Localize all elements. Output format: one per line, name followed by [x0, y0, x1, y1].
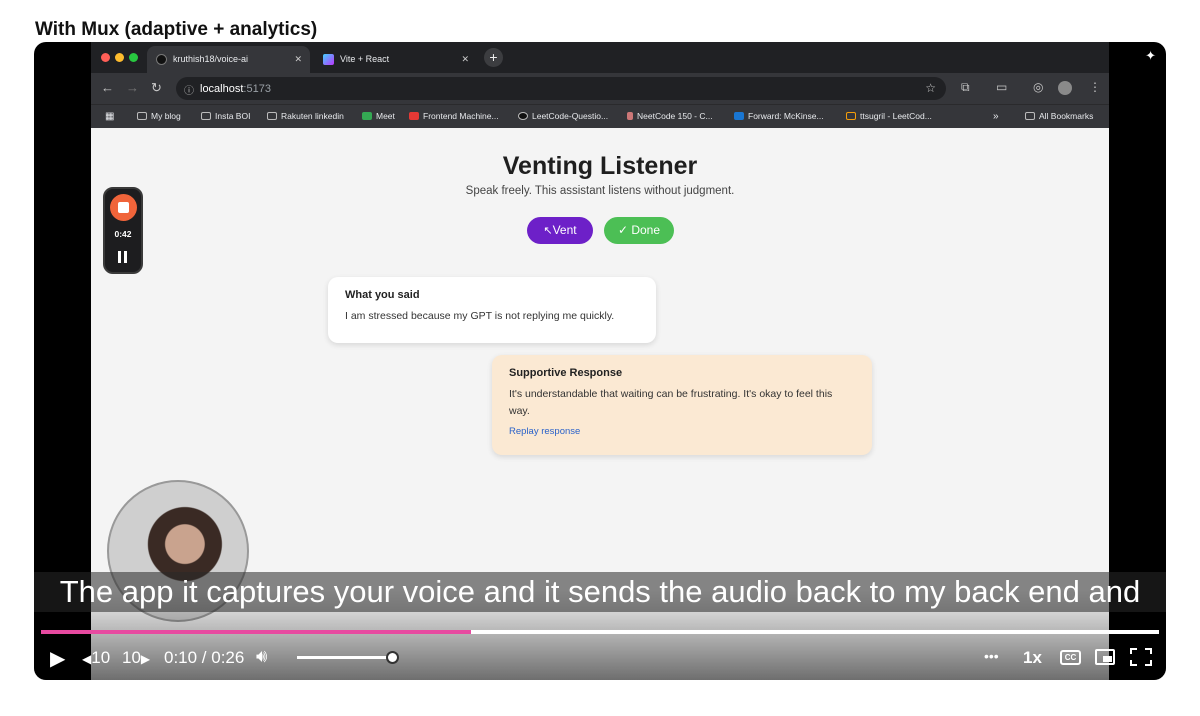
tab-label: kruthish18/voice-ai	[173, 54, 249, 64]
bookmark-item[interactable]: Meet	[362, 111, 395, 121]
meet-icon	[362, 112, 372, 120]
bookmark-item[interactable]: NeetCode 150 - C...	[627, 111, 713, 121]
folder-icon	[201, 112, 211, 120]
url-port: :5173	[243, 83, 271, 95]
play-icon[interactable]: ▶	[50, 646, 65, 671]
folder-icon	[1025, 112, 1035, 120]
recording-time: 0:42	[114, 229, 132, 239]
bookmark-item[interactable]: ttsugril - LeetCod...	[846, 111, 932, 121]
supportive-response-card: Supportive Response It's understandable …	[492, 355, 872, 455]
forward-icon: ▶	[140, 652, 151, 666]
back-icon[interactable]: ←	[101, 80, 114, 95]
browser-tab-bar: kruthish18/voice-ai ✕ Vite + React ✕ +	[91, 42, 1109, 73]
stop-icon	[118, 202, 129, 213]
rewind-icon: ◀	[82, 652, 92, 666]
replay-response-link[interactable]: Replay response	[509, 426, 855, 437]
card-text: I am stressed because my GPT is not repl…	[345, 310, 615, 322]
progress-fill	[41, 630, 472, 634]
pin-icon	[627, 112, 633, 120]
close-tab-icon[interactable]: ✕	[294, 54, 302, 65]
time-display: 0:10 / 0:26	[164, 648, 245, 667]
bookmark-item[interactable]: Frontend Machine...	[409, 111, 499, 121]
what-you-said-card: What you said I am stressed because my G…	[328, 277, 656, 343]
bookmark-item[interactable]: My blog	[137, 111, 181, 121]
all-bookmarks[interactable]: All Bookmarks	[1025, 111, 1093, 121]
progress-bar[interactable]	[41, 630, 1159, 634]
video-player[interactable]: kruthish18/voice-ai ✕ Vite + React ✕ + ←…	[34, 42, 1166, 680]
cursor-icon: ↖	[543, 225, 553, 237]
browser-tab-github[interactable]: kruthish18/voice-ai ✕	[147, 46, 310, 73]
reload-icon[interactable]: ↻	[151, 80, 162, 96]
forward-icon[interactable]: →	[126, 80, 139, 95]
url-host: localhost	[200, 83, 244, 95]
github-icon	[156, 54, 167, 65]
mail-icon	[734, 112, 744, 120]
volume-handle[interactable]	[386, 651, 399, 664]
youtube-icon	[409, 112, 419, 120]
apps-icon[interactable]: ▦	[105, 111, 114, 122]
leetcode-icon	[846, 112, 856, 120]
bookmark-star-icon[interactable]: ☆	[925, 81, 936, 95]
browser-tab-vite[interactable]: Vite + React ✕	[314, 46, 477, 73]
stop-recording-button[interactable]	[110, 194, 137, 221]
pause-icon[interactable]	[118, 251, 128, 263]
bookmark-item[interactable]: Rakuten linkedin	[267, 111, 344, 121]
bookmark-item[interactable]: Insta BOI	[201, 111, 250, 121]
more-options-button[interactable]: •••	[984, 648, 999, 664]
captions-button[interactable]: CC	[1060, 650, 1081, 665]
card-heading: What you said	[345, 289, 420, 301]
subtitle-caption: The app it captures your voice and it se…	[34, 572, 1166, 612]
more-bookmarks-icon[interactable]: »	[993, 111, 999, 122]
done-button[interactable]: ✓ Done	[604, 217, 674, 244]
folder-icon	[267, 112, 277, 120]
new-tab-button[interactable]: +	[484, 48, 503, 67]
playback-speed-button[interactable]: 1x	[1023, 648, 1042, 668]
page-heading: With Mux (adaptive + analytics)	[35, 19, 318, 40]
maximize-window-icon[interactable]	[129, 53, 138, 62]
url-input[interactable]: ⓘ localhost:5173 ☆	[176, 77, 946, 100]
cast-icon[interactable]: ▭	[996, 80, 1007, 94]
vite-icon	[323, 54, 334, 65]
volume-icon[interactable]: 🔊︎	[256, 646, 267, 667]
card-heading: Supportive Response	[509, 367, 623, 379]
screen-recorder-widget: 0:42	[103, 187, 143, 274]
extensions-icon[interactable]: ⧉	[961, 80, 970, 95]
folder-icon	[137, 112, 147, 120]
extension-icon[interactable]: ◎	[1033, 80, 1043, 94]
app-title: Venting Listener	[502, 152, 698, 180]
menu-icon[interactable]: ⋮	[1089, 80, 1101, 94]
vent-button[interactable]: ↖Vent	[527, 217, 593, 244]
rewind-10-button[interactable]: ◀10	[82, 648, 110, 668]
site-info-icon[interactable]: ⓘ	[184, 82, 194, 97]
browser-address-bar: ← → ↻ ⓘ localhost:5173 ☆ ⧉ ▭ ◎ ⋮	[91, 73, 1109, 104]
app-subtitle: Speak freely. This assistant listens wit…	[465, 185, 735, 197]
bookmarks-bar: ▦ My blog Insta BOI Rakuten linkedin Mee…	[91, 104, 1109, 128]
bookmark-item[interactable]: LeetCode-Questio...	[518, 111, 608, 121]
minimize-window-icon[interactable]	[115, 53, 124, 62]
sparkle-icon: ✦	[1145, 48, 1156, 63]
forward-10-button[interactable]: 10▶	[122, 648, 150, 668]
github-icon	[518, 112, 528, 120]
tab-label: Vite + React	[340, 54, 390, 64]
volume-slider[interactable]	[297, 656, 392, 659]
close-tab-icon[interactable]: ✕	[461, 54, 469, 65]
profile-avatar[interactable]	[1058, 81, 1072, 95]
bookmark-item[interactable]: Forward: McKinse...	[734, 111, 824, 121]
fullscreen-icon[interactable]	[1130, 648, 1152, 666]
card-text: It's understandable that waiting can be …	[509, 388, 833, 417]
pip-icon[interactable]	[1095, 649, 1115, 665]
close-window-icon[interactable]	[101, 53, 110, 62]
